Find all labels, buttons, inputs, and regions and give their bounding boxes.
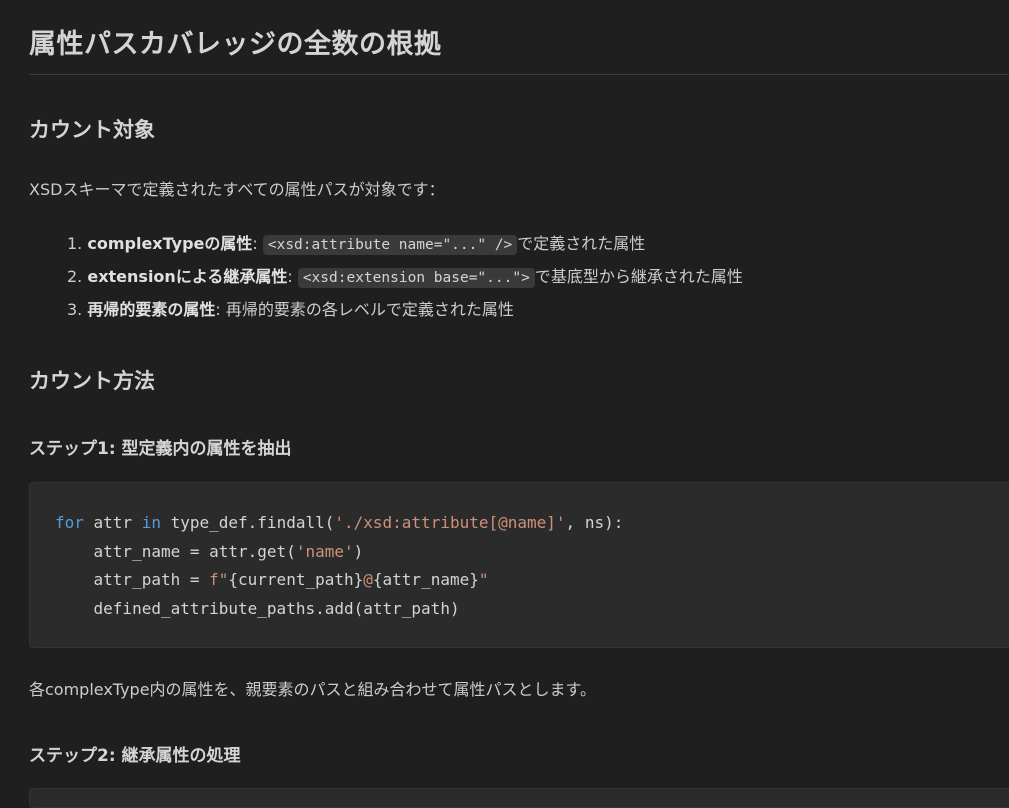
section-intro: XSDスキーマで定義されたすべての属性パスが対象です： bbox=[29, 180, 445, 199]
step1-heading: ステップ1: 型定義内の属性を抽出 bbox=[29, 439, 292, 459]
target-list: 1. complexTypeの属性: <xsd:attribute name="… bbox=[29, 229, 743, 328]
page-title: 属性パスカバレッジの全数の根拠 bbox=[29, 29, 442, 60]
step2-heading: ステップ2: 継承属性の処理 bbox=[29, 746, 241, 766]
code-block[interactable]: for attr in type_def.findall('./xsd:attr… bbox=[29, 482, 1009, 648]
step1-description: 各complexType内の属性を、親要素のパスと組み合わせて属性パスとします。 bbox=[29, 680, 596, 699]
item-term: 再帰的要素の属性 bbox=[87, 300, 216, 319]
section-heading-count-target: カウント対象 bbox=[29, 118, 155, 142]
inline-code: <xsd:attribute name="..." /> bbox=[262, 235, 518, 255]
list-item: 2. extensionによる継承属性: <xsd:extension base… bbox=[67, 267, 743, 288]
document-page: 属性パスカバレッジの全数の根拠 カウント対象 XSDスキーマで定義されたすべての… bbox=[0, 0, 1009, 808]
list-item: 3. 再帰的要素の属性: 再帰的要素の各レベルで定義された属性 bbox=[67, 300, 514, 319]
code-block[interactable] bbox=[29, 788, 1009, 808]
title-divider bbox=[29, 74, 1009, 75]
list-item: 1. complexTypeの属性: <xsd:attribute name="… bbox=[67, 234, 646, 255]
code-text: for attr in type_def.findall('./xsd:attr… bbox=[55, 513, 624, 618]
item-term: extensionによる継承属性 bbox=[87, 267, 288, 286]
inline-code: <xsd:extension base="..."> bbox=[297, 268, 535, 288]
item-term: complexTypeの属性 bbox=[87, 234, 253, 253]
section-heading-count-method: カウント方法 bbox=[29, 369, 155, 393]
